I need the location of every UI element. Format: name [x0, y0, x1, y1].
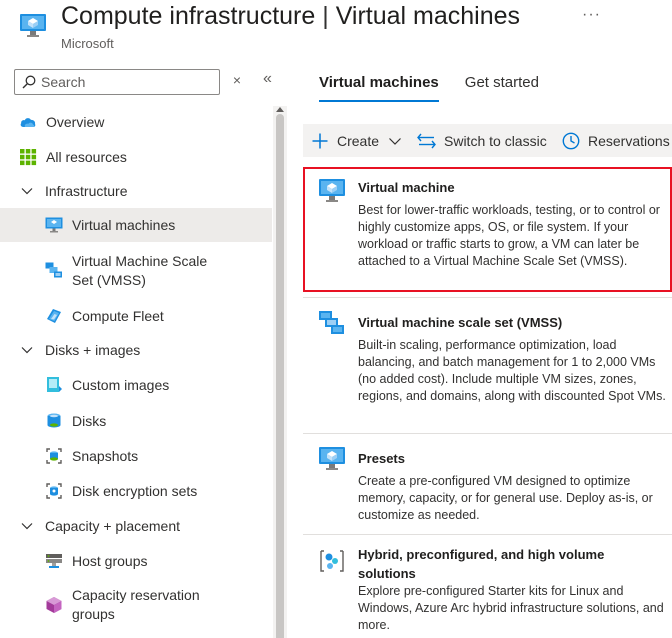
virtual-machine-icon	[319, 447, 345, 470]
scroll-up-arrow-icon[interactable]	[275, 106, 285, 114]
switch-arrows-icon	[417, 133, 436, 148]
menu-item-presets[interactable]: Presets Create a pre-configured VM desig…	[303, 436, 672, 532]
menu-item-description: Explore pre-configured Starter kits for …	[358, 584, 664, 632]
sidebar-item-label: Virtual machines	[72, 216, 176, 233]
menu-divider	[303, 433, 672, 434]
hybrid-solutions-icon	[320, 550, 344, 572]
sidebar-item-label: Overview	[46, 113, 105, 130]
collapse-sidebar-button[interactable]: «	[263, 70, 272, 88]
menu-item-description: Best for lower-traffic workloads, testin…	[358, 203, 660, 268]
sidebar-item-label: Disk encryption sets	[72, 482, 198, 499]
switch-to-classic-button[interactable]: Switch to classic	[417, 124, 547, 157]
sidebar-item-virtual-machines[interactable]: Virtual machines	[0, 208, 272, 242]
sidebar-item-label: Capacity reservation groups	[72, 587, 200, 622]
page-subtitle: Microsoft	[61, 36, 114, 51]
tab-bar: Virtual machines Get started	[319, 74, 539, 102]
scale-set-icon	[45, 262, 62, 278]
sidebar-item-custom-images[interactable]: Custom images	[0, 375, 272, 395]
sidebar-group-label: Disks + images	[45, 341, 141, 358]
menu-item-hybrid-solutions[interactable]: Hybrid, preconfigured, and high volume s…	[303, 537, 672, 638]
sidebar-group-infrastructure[interactable]: Infrastructure	[0, 181, 272, 201]
menu-item-title: Virtual machine scale set (VMSS)	[358, 315, 563, 330]
menu-item-title: Hybrid, preconfigured, and high volume s…	[358, 547, 605, 581]
menu-item-title: Virtual machine	[358, 180, 455, 195]
sidebar-item-overview[interactable]: Overview	[0, 112, 272, 132]
host-group-icon	[46, 554, 62, 568]
virtual-machine-icon	[319, 179, 345, 202]
scale-set-icon	[319, 311, 344, 334]
sidebar-item-host-groups[interactable]: Host groups	[0, 551, 272, 571]
sidebar-item-compute-fleet[interactable]: Compute Fleet	[0, 306, 272, 326]
sidebar: × « Overview All resources Infrastructur…	[0, 62, 290, 638]
sidebar-item-label: Custom images	[72, 376, 170, 393]
chevron-down-icon	[21, 188, 33, 195]
menu-item-title: Presets	[358, 451, 405, 466]
reservations-button[interactable]: Reservations	[562, 124, 670, 157]
search-input[interactable]	[41, 72, 211, 92]
command-bar: Create Switch to classic Reservations	[303, 124, 672, 157]
search-icon	[22, 75, 36, 89]
chevron-down-icon	[389, 137, 401, 145]
sidebar-item-vmss[interactable]: Virtual Machine Scale Set (VMSS)	[0, 252, 272, 290]
page-title: Compute infrastructure | Virtual machine…	[61, 2, 520, 31]
switch-to-classic-label: Switch to classic	[444, 132, 547, 149]
sidebar-item-label: Compute Fleet	[72, 307, 164, 324]
sidebar-item-label: All resources	[46, 148, 127, 165]
tab-virtual-machines[interactable]: Virtual machines	[319, 74, 439, 102]
page-title-sub: Virtual machines	[335, 2, 521, 30]
sidebar-item-capacity-reservation-groups[interactable]: Capacity reservation groups	[0, 586, 272, 624]
clock-icon	[562, 132, 580, 149]
create-button-label: Create	[337, 132, 380, 149]
more-options-button[interactable]: ···	[582, 6, 601, 24]
title-separator: |	[322, 2, 329, 30]
menu-item-description: Create a pre-configured VM designed to o…	[358, 474, 653, 522]
sidebar-item-snapshots[interactable]: Snapshots	[0, 446, 272, 466]
sidebar-item-label: Virtual Machine Scale Set (VMSS)	[72, 253, 208, 288]
virtual-machine-icon	[20, 14, 46, 37]
tab-get-started[interactable]: Get started	[465, 74, 539, 102]
sidebar-item-disks[interactable]: Disks	[0, 411, 272, 431]
sidebar-group-label: Infrastructure	[45, 182, 128, 199]
chevron-down-icon	[21, 347, 33, 354]
disk-encryption-icon	[46, 483, 62, 499]
sidebar-item-all-resources[interactable]: All resources	[0, 147, 272, 167]
page-title-main: Compute infrastructure	[61, 2, 316, 30]
page-header: Compute infrastructure | Virtual machine…	[0, 0, 672, 62]
cloud-icon	[20, 118, 36, 127]
menu-item-description: Built-in scaling, performance optimizati…	[358, 338, 666, 403]
capacity-reservation-icon	[46, 597, 62, 613]
menu-item-virtual-machine[interactable]: Virtual machine Best for lower-traffic w…	[303, 167, 672, 292]
reservations-label: Reservations	[588, 132, 670, 149]
grid-icon	[20, 149, 37, 166]
menu-divider	[303, 534, 672, 535]
custom-image-icon	[47, 377, 62, 392]
create-dropdown-menu: Virtual machine Best for lower-traffic w…	[303, 160, 672, 638]
sidebar-item-label: Host groups	[72, 552, 148, 569]
sidebar-scrollbar-thumb[interactable]	[276, 114, 284, 638]
sidebar-group-disks-images[interactable]: Disks + images	[0, 340, 272, 360]
virtual-machine-icon	[45, 217, 63, 233]
menu-item-vmss[interactable]: Virtual machine scale set (VMSS) Built-i…	[303, 300, 672, 430]
search-box	[14, 69, 220, 95]
clear-search-button[interactable]: ×	[230, 72, 244, 88]
plus-icon	[312, 133, 328, 148]
sidebar-group-capacity-placement[interactable]: Capacity + placement	[0, 516, 272, 536]
snapshot-icon	[46, 448, 62, 464]
chevron-down-icon	[21, 523, 33, 530]
sidebar-item-label: Disks	[72, 412, 107, 429]
sidebar-group-label: Capacity + placement	[45, 517, 181, 534]
disk-icon	[47, 413, 61, 428]
menu-divider	[303, 297, 672, 298]
create-button[interactable]: Create	[311, 124, 402, 157]
compute-fleet-icon	[47, 309, 61, 323]
sidebar-item-disk-encryption-sets[interactable]: Disk encryption sets	[0, 481, 272, 501]
sidebar-item-label: Snapshots	[72, 447, 139, 464]
